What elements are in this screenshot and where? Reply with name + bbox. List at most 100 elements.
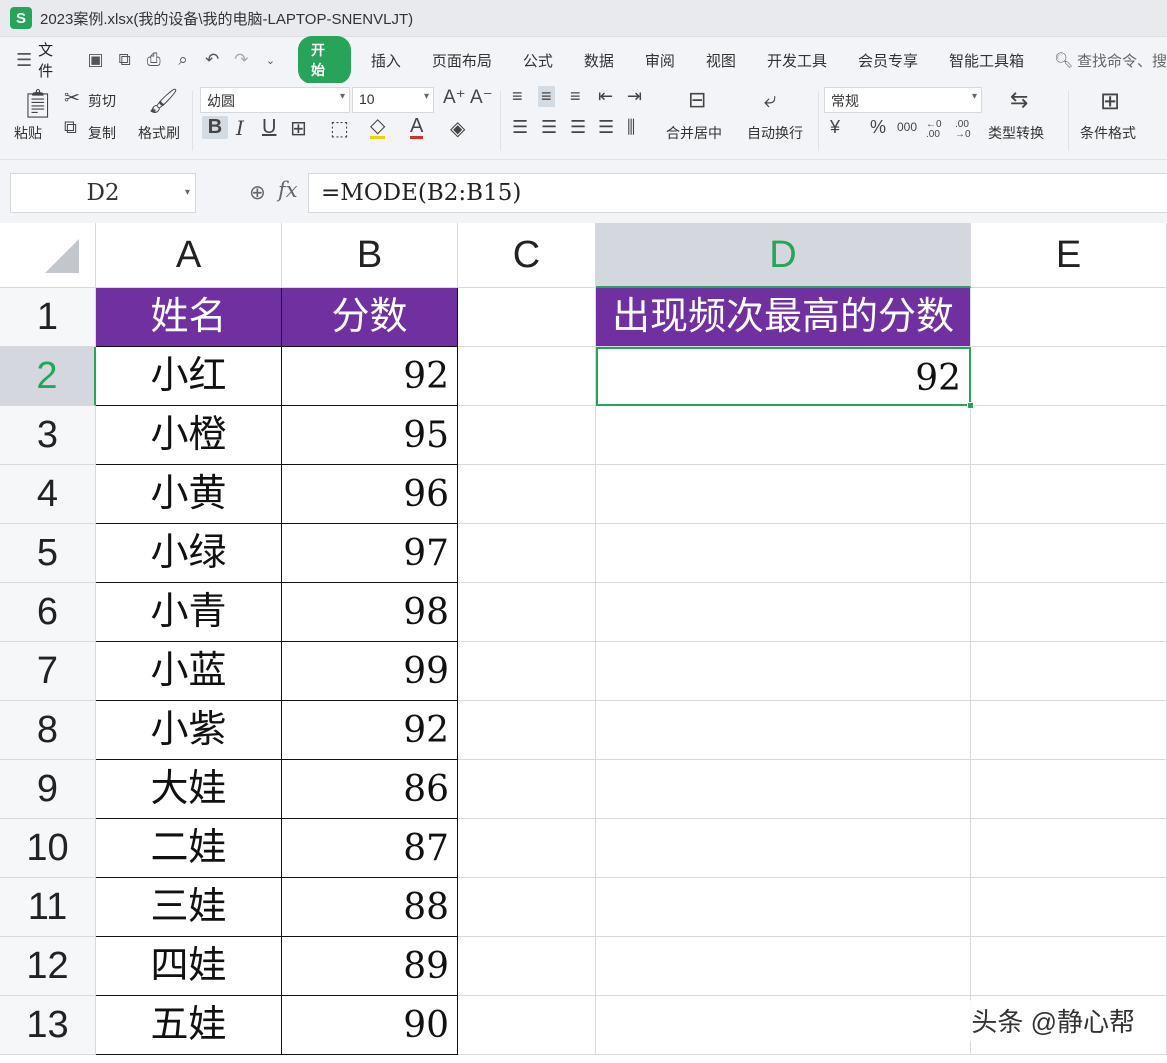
cell-e9[interactable]: [971, 760, 1167, 819]
cell-d3[interactable]: [596, 406, 971, 465]
result-value-cell[interactable]: 92: [596, 347, 971, 406]
score-cell[interactable]: 86: [282, 760, 458, 819]
score-cell[interactable]: 90: [282, 996, 458, 1055]
tab-view[interactable]: 视图: [706, 50, 736, 71]
distribute-icon[interactable]: ⫼: [627, 117, 635, 138]
cell-c4[interactable]: [458, 465, 596, 524]
row-header-4[interactable]: 4: [0, 465, 96, 524]
justify-icon[interactable]: ☰: [598, 117, 614, 138]
header-score-cell[interactable]: 分数: [282, 288, 458, 347]
cell-d5[interactable]: [596, 524, 971, 583]
result-label-cell[interactable]: 出现频次最高的分数: [596, 288, 971, 347]
row-header-9[interactable]: 9: [0, 760, 96, 819]
cell-d11[interactable]: [596, 878, 971, 937]
row-header-8[interactable]: 8: [0, 701, 96, 760]
name-cell[interactable]: 小紫: [96, 701, 282, 760]
cell-c13[interactable]: [458, 996, 596, 1055]
row-header-6[interactable]: 6: [0, 583, 96, 642]
cell-e7[interactable]: [971, 642, 1167, 701]
tab-formulas[interactable]: 公式: [523, 50, 553, 71]
copy-button[interactable]: 复制: [88, 123, 116, 143]
clear-format-icon[interactable]: ◈: [450, 116, 465, 141]
cell-c11[interactable]: [458, 878, 596, 937]
border-icon[interactable]: ⊞: [290, 116, 307, 141]
cell-e10[interactable]: [971, 819, 1167, 878]
name-cell[interactable]: 小蓝: [96, 642, 282, 701]
tab-start[interactable]: 开始: [298, 36, 351, 84]
column-header-e[interactable]: E: [971, 223, 1167, 288]
cell-e2[interactable]: [971, 347, 1167, 406]
zoom-search-icon[interactable]: ⊕: [249, 180, 266, 205]
row-header-7[interactable]: 7: [0, 642, 96, 701]
row-header-1[interactable]: 1: [0, 288, 96, 347]
row-header-11[interactable]: 11: [0, 878, 96, 937]
cell-d10[interactable]: [596, 819, 971, 878]
italic-button[interactable]: I: [236, 116, 244, 140]
type-convert-icon[interactable]: ⇆: [1010, 87, 1028, 113]
column-header-b[interactable]: B: [282, 223, 458, 288]
print-icon[interactable]: ⎙: [144, 50, 163, 70]
name-cell[interactable]: 小红: [96, 347, 282, 406]
name-cell[interactable]: 四娃: [96, 937, 282, 996]
score-cell[interactable]: 97: [282, 524, 458, 583]
number-format-select[interactable]: 常规 ▾: [824, 87, 982, 113]
cell-d9[interactable]: [596, 760, 971, 819]
name-cell[interactable]: 大娃: [96, 760, 282, 819]
score-cell[interactable]: 92: [282, 347, 458, 406]
cell-style-icon[interactable]: ⬚: [330, 116, 349, 141]
name-cell[interactable]: 小绿: [96, 524, 282, 583]
tab-data[interactable]: 数据: [584, 50, 614, 71]
redo-icon[interactable]: ↷: [232, 50, 251, 70]
quick-access-dropdown-icon[interactable]: ⌄: [261, 50, 280, 70]
align-center-icon[interactable]: ☰: [541, 117, 557, 138]
tab-smart-tools[interactable]: 智能工具箱: [949, 50, 1024, 71]
type-convert-button[interactable]: 类型转换: [988, 123, 1044, 143]
paste-button[interactable]: 粘贴: [14, 123, 42, 143]
cell-c10[interactable]: [458, 819, 596, 878]
fill-color-icon[interactable]: ◇: [370, 116, 386, 139]
score-cell[interactable]: 92: [282, 701, 458, 760]
row-header-10[interactable]: 10: [0, 819, 96, 878]
cell-e8[interactable]: [971, 701, 1167, 760]
decrease-font-icon[interactable]: A⁻: [470, 86, 493, 109]
header-name-cell[interactable]: 姓名: [96, 288, 282, 347]
name-cell[interactable]: 三娃: [96, 878, 282, 937]
print-preview-icon[interactable]: ⌕: [173, 50, 192, 70]
column-header-a[interactable]: A: [96, 223, 282, 288]
conditional-format-icon[interactable]: ⊞: [1100, 87, 1120, 116]
paste-icon[interactable]: 📋︎: [20, 87, 56, 120]
column-header-d[interactable]: D: [596, 223, 971, 288]
underline-button[interactable]: U: [262, 116, 276, 139]
cut-button[interactable]: 剪切: [88, 91, 116, 111]
column-header-c[interactable]: C: [458, 223, 596, 288]
cell-c6[interactable]: [458, 583, 596, 642]
score-cell[interactable]: 88: [282, 878, 458, 937]
decrease-decimal-button[interactable]: .00 →0: [955, 120, 979, 140]
cell-e1[interactable]: [971, 288, 1167, 347]
formula-input[interactable]: =MODE(B2:B15): [308, 173, 1167, 213]
decrease-indent-icon[interactable]: ⇤: [598, 86, 613, 107]
export-icon[interactable]: ⧉: [115, 50, 134, 70]
file-menu[interactable]: ☰ 文件: [16, 39, 66, 81]
currency-icon[interactable]: ¥: [830, 117, 840, 138]
tab-developer[interactable]: 开发工具: [767, 50, 827, 71]
format-painter-button[interactable]: 格式刷: [138, 123, 180, 143]
name-cell[interactable]: 小黄: [96, 465, 282, 524]
undo-icon[interactable]: ↶: [203, 50, 222, 70]
increase-font-icon[interactable]: A⁺: [443, 86, 466, 109]
tab-page-layout[interactable]: 页面布局: [432, 50, 492, 71]
font-size-select[interactable]: 10 ▾: [352, 87, 434, 113]
conditional-format-button[interactable]: 条件格式: [1080, 123, 1136, 143]
name-box[interactable]: D2 ▾: [10, 173, 196, 213]
align-left-icon[interactable]: ☰: [512, 117, 528, 138]
cell-e4[interactable]: [971, 465, 1167, 524]
merge-center-button[interactable]: 合并居中: [666, 123, 722, 143]
save-icon[interactable]: ▣: [86, 50, 105, 70]
row-header-3[interactable]: 3: [0, 406, 96, 465]
name-cell[interactable]: 二娃: [96, 819, 282, 878]
percent-button[interactable]: %: [870, 117, 886, 138]
wrap-text-button[interactable]: 自动换行: [747, 123, 803, 143]
tab-insert[interactable]: 插入: [371, 50, 401, 71]
cell-d6[interactable]: [596, 583, 971, 642]
font-color-icon[interactable]: A: [410, 116, 424, 139]
